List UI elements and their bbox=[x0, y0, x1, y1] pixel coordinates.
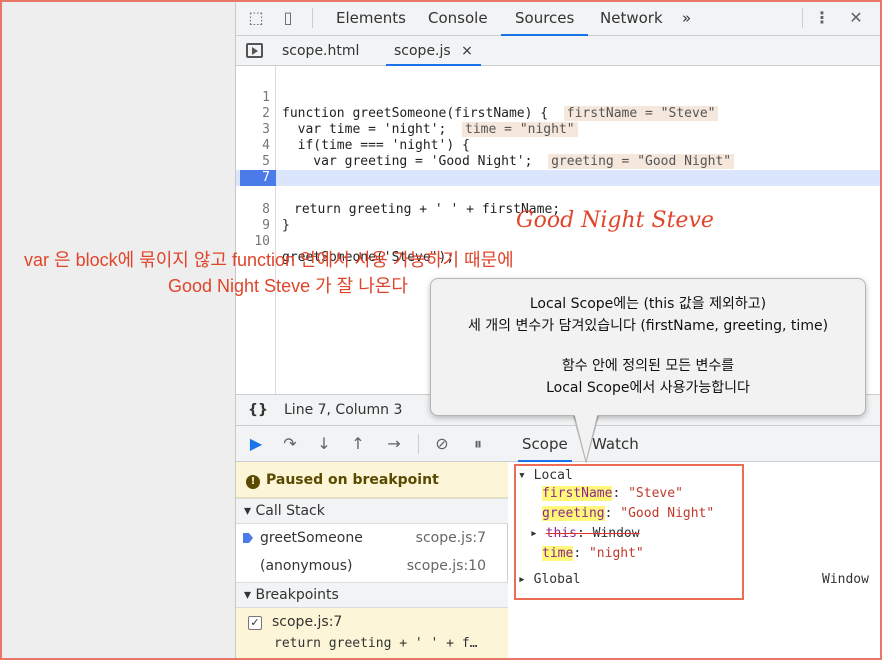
collapse-triangle-icon: ▾ bbox=[244, 587, 256, 603]
inspect-element-icon[interactable]: ⬚ bbox=[246, 8, 266, 28]
tab-sources[interactable]: Sources bbox=[501, 0, 589, 36]
callout-line: 함수 안에 정의된 모든 변수를 bbox=[561, 358, 735, 374]
devtools-toolbar: ⬚ ▯ Elements Console Sources Network » ⋮… bbox=[236, 0, 882, 36]
cursor-position: Line 7, Column 3 bbox=[284, 402, 403, 418]
resume-icon[interactable]: ▶ bbox=[246, 434, 266, 454]
callout-line: Local Scope에서 사용가능합니다 bbox=[546, 380, 750, 396]
deactivate-breakpoints-icon[interactable]: ⊘ bbox=[432, 434, 452, 454]
code-line-3: 3 if(time === 'night') { bbox=[262, 122, 470, 153]
file-tabs: scope.html scope.js × bbox=[236, 36, 882, 66]
annotation-line-1: var 은 block에 묶이지 않고 function 안에서 사용 가능하기… bbox=[24, 250, 514, 270]
global-scope-header[interactable]: ▸ Global bbox=[518, 572, 581, 587]
kebab-menu-icon[interactable]: ⋮ bbox=[812, 8, 832, 28]
current-frame-icon bbox=[243, 533, 253, 543]
scope-tabs: Scope Watch bbox=[508, 426, 882, 462]
more-tabs-button[interactable]: » bbox=[682, 0, 691, 36]
scope-pane: Scope Watch ▾ Local firstName: "Steve" g… bbox=[508, 426, 882, 660]
call-frame[interactable]: (anonymous) scope.js:10 bbox=[236, 552, 508, 580]
left-blank-area bbox=[0, 0, 236, 660]
breakpoint-item[interactable]: ✓ scope.js:7 return greeting + ' ' + f… bbox=[236, 608, 508, 660]
tab-console[interactable]: Console bbox=[428, 0, 488, 36]
local-scope-box: ▾ Local firstName: "Steve" greeting: "Go… bbox=[514, 464, 744, 600]
toolbar-divider bbox=[312, 8, 313, 28]
step-icon[interactable]: → bbox=[384, 434, 404, 454]
local-scope-header[interactable]: ▾ Local bbox=[518, 468, 573, 483]
debugger-divider bbox=[418, 434, 419, 454]
scope-var-time: time: "night" bbox=[542, 546, 644, 561]
code-line-7[interactable]: 7 return greeting + ' ' + firstName; bbox=[236, 170, 882, 217]
callout-tail-fill bbox=[574, 412, 598, 460]
code-line-5: 5 } bbox=[262, 154, 305, 185]
file-tab-label: scope.js bbox=[394, 43, 451, 59]
code-line-1: 1 function greetSomeone(firstName) { fir… bbox=[236, 74, 882, 121]
pretty-print-icon[interactable]: {} bbox=[248, 402, 268, 418]
tab-network[interactable]: Network bbox=[600, 0, 663, 36]
explanation-callout: Local Scope에는 (this 값을 제외하고) 세 개의 변수가 담겨… bbox=[430, 278, 866, 416]
step-into-icon[interactable]: ↓ bbox=[314, 434, 334, 454]
step-out-icon[interactable]: ↑ bbox=[348, 434, 368, 454]
breakpoint-file: scope.js:7 bbox=[272, 614, 343, 630]
call-frame[interactable]: greetSomeone scope.js:7 bbox=[236, 524, 508, 552]
breakpoint-checkbox[interactable]: ✓ bbox=[248, 616, 262, 630]
paused-banner: ! Paused on breakpoint bbox=[236, 462, 508, 498]
file-tab-scope-js[interactable]: scope.js × bbox=[386, 36, 481, 66]
toolbar-divider-2 bbox=[802, 8, 803, 28]
tab-elements[interactable]: Elements bbox=[336, 0, 406, 36]
device-toolbar-icon[interactable]: ▯ bbox=[278, 8, 298, 28]
annotation-line-2: Good Night Steve 가 잘 나온다 bbox=[168, 276, 408, 296]
close-tab-icon[interactable]: × bbox=[461, 43, 473, 59]
file-tab-scope-html[interactable]: scope.html bbox=[282, 36, 359, 66]
callout-line: Local Scope에는 (this 값을 제외하고) bbox=[529, 296, 767, 312]
tab-scope[interactable]: Scope bbox=[518, 426, 572, 462]
breakpoint-code: return greeting + ' ' + f… bbox=[274, 636, 478, 651]
callout-line: 세 개의 변수가 담겨있습니다 (firstName, greeting, ti… bbox=[467, 318, 829, 334]
handwritten-note: Good Night Steve bbox=[516, 208, 714, 233]
scope-var-this[interactable]: ▸ this: Window bbox=[530, 526, 640, 541]
collapse-triangle-icon: ▾ bbox=[244, 503, 256, 519]
debugger-sidebar: ! Paused on breakpoint ▾ Call Stack greet… bbox=[236, 462, 508, 660]
code-line-4: 4 var greeting = 'Good Night'; greeting … bbox=[236, 122, 882, 169]
scope-var-greeting: greeting: "Good Night" bbox=[542, 506, 715, 521]
code-line-8: 8 } bbox=[262, 202, 290, 233]
close-devtools-icon[interactable]: ✕ bbox=[846, 8, 866, 28]
info-icon: ! bbox=[246, 475, 260, 489]
debugger-toolbar: ▶ ↷ ↓ ↑ → ⊘ ⏸ bbox=[236, 426, 508, 462]
call-stack-header[interactable]: ▾ Call Stack bbox=[236, 498, 508, 524]
breakpoints-header[interactable]: ▾ Breakpoints bbox=[236, 582, 508, 608]
code-line-6: 6 bbox=[236, 154, 882, 185]
global-scope-value: Window bbox=[822, 572, 869, 587]
step-over-icon[interactable]: ↷ bbox=[280, 434, 300, 454]
breakpoint-marker[interactable]: 7 bbox=[240, 170, 276, 186]
pause-on-exceptions-icon[interactable]: ⏸ bbox=[468, 434, 488, 454]
scope-var-firstname: firstName: "Steve" bbox=[542, 486, 683, 501]
code-line-2: 2 var time = 'night'; time = "night" bbox=[236, 90, 882, 137]
toggle-navigator-icon[interactable] bbox=[246, 43, 263, 58]
